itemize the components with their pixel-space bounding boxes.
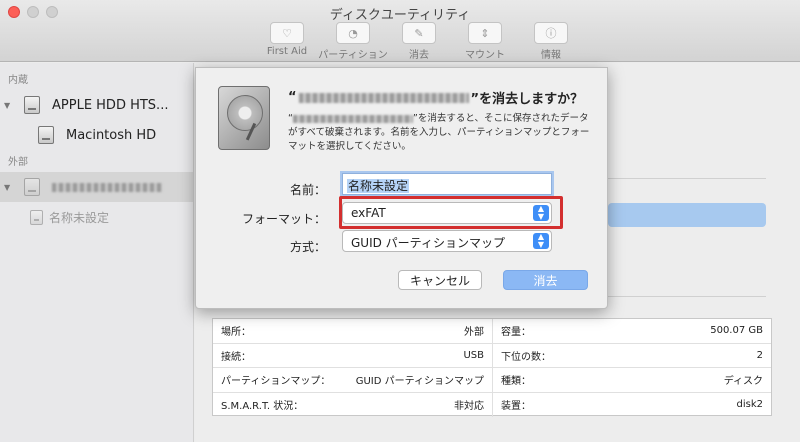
info-value: GUID パーティションマップ bbox=[355, 376, 484, 388]
toolbar-erase[interactable]: ✎ 消去 bbox=[390, 22, 448, 61]
table-row: 接続： USB 下位の数： 2 bbox=[213, 343, 771, 368]
sidebar-item-macintosh-hd[interactable]: Macintosh HD bbox=[0, 120, 193, 150]
redacted-disk-name bbox=[292, 114, 413, 123]
dialog-title: “ ”を消去しますか？ bbox=[288, 88, 583, 107]
format-label: フォーマット： bbox=[241, 212, 326, 226]
toolbar-mount[interactable]: ⇕ マウント bbox=[456, 22, 514, 61]
title-text: ”を消去しますか？ bbox=[470, 92, 584, 107]
hard-disk-icon bbox=[218, 86, 270, 150]
table-row: パーティションマップ： GUID パーティションマップ 種類： ディスク bbox=[213, 368, 771, 393]
erase-dialog: “ ”を消去しますか？ “”を消去すると、そこに保存されたデータがすべて破棄され… bbox=[195, 67, 608, 309]
info-table: 場所： 外部 容量： 500.07 GB 接続： USB 下位の数： 2 パーティション… bbox=[212, 318, 772, 417]
info-key: 接続： bbox=[221, 351, 251, 363]
volume-icon bbox=[38, 126, 54, 144]
sidebar-heading-external: 外部 bbox=[8, 157, 28, 168]
info-key: 下位の数： bbox=[501, 351, 551, 363]
window-title: ディスクユーティリティ bbox=[329, 8, 471, 23]
info-key: 種類： bbox=[501, 376, 531, 388]
toolbar-first-aid[interactable]: ♡ First Aid bbox=[258, 22, 316, 61]
disclosure-triangle-icon[interactable]: ▼ bbox=[4, 101, 10, 110]
info-value: ディスク bbox=[723, 376, 763, 388]
sidebar-item-label: 名称未設定 bbox=[49, 210, 110, 225]
toolbar-label: 消去 bbox=[409, 50, 429, 61]
stethoscope-icon: ♡ bbox=[270, 22, 304, 44]
title-bar: ディスクユーティリティ ♡ First Aid ◔ パーティション ✎ 消去 ⇕… bbox=[0, 0, 800, 62]
toolbar-label: マウント bbox=[465, 50, 505, 61]
info-value: 外部 bbox=[464, 327, 484, 339]
title-quote: “ bbox=[288, 90, 297, 105]
info-key: 装置： bbox=[501, 401, 531, 413]
name-label: 名前： bbox=[289, 183, 326, 197]
cancel-button[interactable]: キャンセル bbox=[398, 270, 482, 290]
sidebar-heading-internal: 内蔵 bbox=[8, 75, 28, 86]
info-value: disk2 bbox=[736, 399, 764, 411]
info-icon: ⓘ bbox=[534, 22, 568, 44]
external-disk-icon bbox=[24, 178, 40, 196]
erase-icon: ✎ bbox=[402, 22, 436, 44]
sidebar-item-label: Macintosh HD bbox=[66, 127, 157, 143]
usage-bar bbox=[608, 203, 766, 227]
hard-disk-icon bbox=[24, 96, 40, 114]
info-key: S.M.A.R.T. 状況： bbox=[221, 401, 304, 413]
sidebar-item-external-disk[interactable]: ▼ bbox=[0, 172, 193, 202]
divider bbox=[608, 296, 766, 297]
pie-chart-icon: ◔ bbox=[336, 22, 370, 44]
disclosure-triangle-icon[interactable]: ▼ bbox=[4, 183, 10, 192]
scheme-label: 方式： bbox=[289, 240, 326, 254]
format-highlight-annotation bbox=[339, 196, 563, 229]
redacted-disk-name bbox=[298, 92, 469, 103]
name-input-value: 名称未設定 bbox=[347, 179, 410, 193]
info-key: 場所： bbox=[221, 327, 251, 339]
sidebar-item-external-volume[interactable]: 名称未設定 bbox=[0, 202, 193, 232]
volume-icon bbox=[30, 209, 43, 225]
toolbar-label: First Aid bbox=[266, 46, 308, 57]
info-value: 非対応 bbox=[454, 401, 484, 413]
info-value: USB bbox=[463, 349, 484, 361]
scheme-select-value: GUID パーティションマップ bbox=[351, 236, 505, 250]
info-key: 容量： bbox=[501, 327, 531, 339]
info-value: 500.07 GB bbox=[710, 325, 763, 337]
sidebar: 内蔵 ▼ APPLE HDD HTS... Macintosh HD 外部 ▼ … bbox=[0, 63, 194, 442]
erase-button[interactable]: 消去 bbox=[503, 270, 588, 290]
toolbar-label: パーティション bbox=[318, 50, 388, 61]
toolbar-info[interactable]: ⓘ 情報 bbox=[522, 22, 580, 61]
divider bbox=[608, 178, 766, 179]
message-text: ”を消去すると、そこに保存され bbox=[412, 113, 551, 124]
chevron-updown-icon: ▲ ▼ bbox=[533, 233, 549, 249]
scheme-select[interactable]: GUID パーティションマップ ▲ ▼ bbox=[342, 230, 552, 252]
mount-icon: ⇕ bbox=[468, 22, 502, 44]
dialog-message: “”を消去すると、そこに保存されたデータがすべて破棄されます。名前を入力し、パー… bbox=[288, 112, 593, 154]
info-value: 2 bbox=[756, 349, 763, 361]
sidebar-item-label: APPLE HDD HTS... bbox=[52, 97, 169, 113]
name-input[interactable]: 名称未設定 bbox=[342, 173, 552, 195]
info-key: パーティションマップ： bbox=[221, 376, 331, 388]
redacted-disk-name bbox=[52, 182, 162, 192]
table-row: 場所： 外部 容量： 500.07 GB bbox=[213, 319, 771, 344]
table-row: S.M.A.R.T. 状況： 非対応 装置： disk2 bbox=[213, 392, 771, 417]
toolbar-partition[interactable]: ◔ パーティション bbox=[318, 22, 388, 61]
toolbar: ♡ First Aid ◔ パーティション ✎ 消去 ⇕ マウント ⓘ 情報 bbox=[258, 22, 580, 61]
toolbar-label: 情報 bbox=[541, 50, 561, 61]
sidebar-item-internal-disk[interactable]: ▼ APPLE HDD HTS... bbox=[0, 90, 193, 120]
